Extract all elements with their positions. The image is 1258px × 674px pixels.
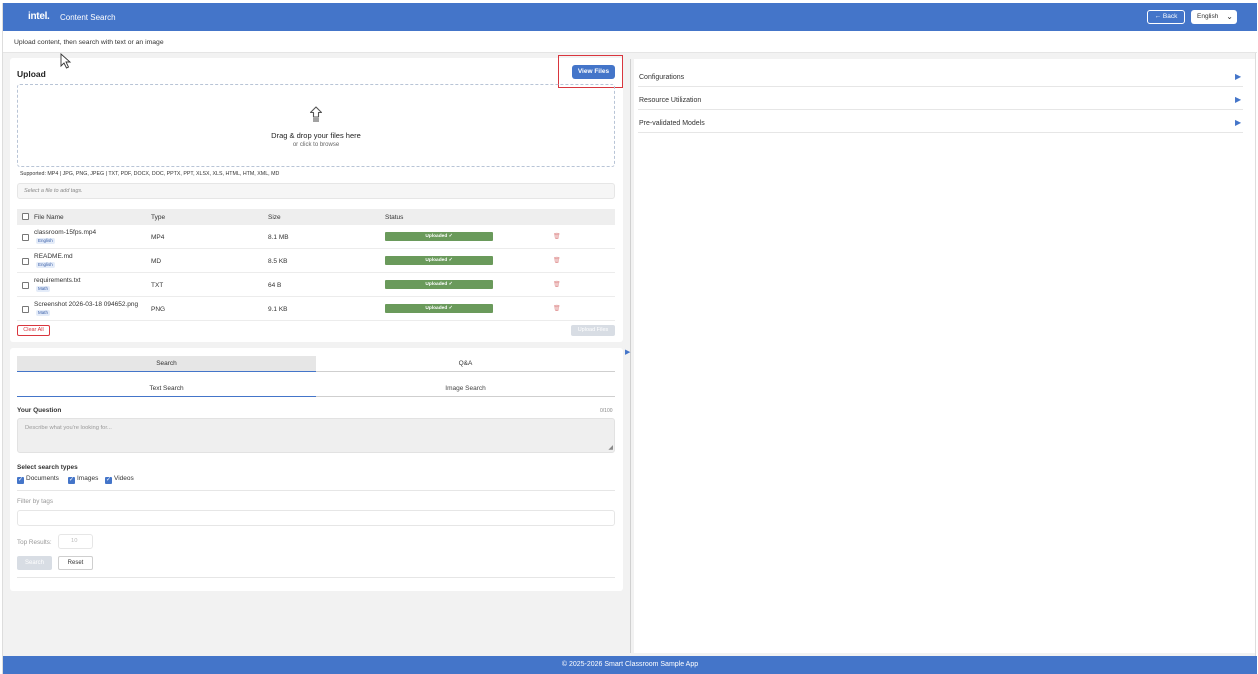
footer: © 2025-2026 Smart Classroom Sample App: [3, 656, 1257, 674]
check-icon: ✓: [105, 477, 112, 484]
panel-divider[interactable]: [630, 59, 631, 653]
file-name: Screenshot 2026-03-18 094652.png: [34, 301, 139, 308]
tab-qa[interactable]: Q&A: [316, 356, 615, 372]
subtitle-bar: Upload content, then search with text or…: [3, 31, 1257, 53]
row-checkbox[interactable]: [22, 306, 29, 313]
type-videos-checkbox[interactable]: ✓ Videos: [105, 475, 134, 484]
file-name: classroom-15fps.mp4: [34, 229, 97, 236]
check-icon: ✓: [17, 477, 24, 484]
accordion-pre-validated-models[interactable]: Pre-validated Models ▶: [638, 110, 1243, 133]
file-name: requirements.txt: [34, 277, 81, 284]
tags-input[interactable]: Select a file to add tags.: [17, 183, 615, 199]
dropzone-title: Drag & drop your files here: [271, 131, 361, 140]
trash-icon[interactable]: 🗑: [553, 233, 561, 240]
status-badge: Uploaded ✓: [385, 232, 493, 241]
file-type: MP4: [151, 234, 165, 241]
language-select[interactable]: English ⌄: [1191, 10, 1237, 24]
question-char-count: 0/100: [600, 408, 613, 414]
question-textarea[interactable]: Describe what you're looking for... ◢: [17, 418, 615, 453]
upload-arrow-icon: [309, 106, 323, 122]
row-checkbox[interactable]: [22, 258, 29, 265]
table-header: File Name Type Size Status: [17, 209, 615, 225]
file-size: 64 B: [268, 282, 282, 289]
row-checkbox[interactable]: [22, 282, 29, 289]
question-placeholder: Describe what you're looking for...: [25, 425, 112, 431]
language-value: English: [1197, 13, 1219, 20]
top-results-label: Top Results:: [17, 539, 52, 546]
tab-text-search[interactable]: Text Search: [17, 381, 316, 397]
table-row[interactable]: requirements.txt Math TXT 64 B Uploaded …: [17, 273, 615, 297]
filter-tags-input[interactable]: [17, 510, 615, 526]
file-tag: English: [36, 238, 55, 244]
divider: [17, 577, 615, 578]
question-label: Your Question: [17, 407, 62, 414]
file-type: PNG: [151, 306, 166, 313]
file-size: 8.5 KB: [268, 258, 288, 265]
search-card: Search Q&A Text Search Image Search Your…: [10, 348, 623, 591]
status-badge: Uploaded ✓: [385, 280, 493, 289]
app-window: intel. Content Search ← Back English ⌄ U…: [2, 3, 1257, 674]
file-tag: Math: [36, 310, 51, 316]
top-results-input[interactable]: 10: [58, 534, 93, 549]
page-subtitle: Upload content, then search with text or…: [14, 39, 164, 46]
trash-icon[interactable]: 🗑: [553, 257, 561, 264]
trash-icon[interactable]: 🗑: [553, 281, 561, 288]
row-checkbox[interactable]: [22, 234, 29, 241]
accordion-configurations[interactable]: Configurations ▶: [638, 64, 1243, 87]
divider: [17, 490, 615, 491]
accordion-label: Configurations: [639, 74, 685, 81]
column-header: Size: [268, 214, 281, 221]
search-types-label: Select search types: [17, 464, 78, 471]
select-all-checkbox[interactable]: [22, 213, 29, 220]
accordion-resource-utilization[interactable]: Resource Utilization ▶: [638, 87, 1243, 110]
type-images-checkbox[interactable]: ✓ Images: [68, 475, 98, 484]
header-bar: intel. Content Search ← Back English ⌄: [3, 3, 1257, 31]
search-button[interactable]: Search: [17, 556, 52, 570]
app-title: Content Search: [60, 13, 116, 22]
filter-tags-label: Filter by tags: [17, 498, 54, 505]
column-header: File Name: [34, 214, 64, 221]
chevron-down-icon: ⌄: [1226, 12, 1233, 21]
accordion-label: Pre-validated Models: [639, 120, 705, 127]
intel-logo: intel.: [28, 11, 50, 22]
column-header: Type: [151, 214, 166, 221]
file-tag: English: [36, 262, 55, 268]
collapse-arrow-icon[interactable]: ▶: [625, 348, 630, 356]
view-files-button[interactable]: View Files: [572, 65, 615, 79]
column-header: Status: [385, 214, 404, 221]
check-icon: ✓: [68, 477, 75, 484]
file-tag: Math: [36, 286, 51, 292]
table-row[interactable]: README.md English MD 8.5 KB Uploaded ✓ 🗑: [17, 249, 615, 273]
expand-arrow-icon: ▶: [1235, 72, 1242, 81]
upload-card: Upload View Files Drag & drop your files…: [10, 55, 623, 342]
table-row[interactable]: Screenshot 2026-03-18 094652.png Math PN…: [17, 297, 615, 321]
accordion-label: Resource Utilization: [639, 97, 702, 104]
upload-title: Upload: [17, 69, 46, 79]
status-badge: Uploaded ✓: [385, 256, 493, 265]
type-documents-checkbox[interactable]: ✓ Documents: [17, 475, 59, 484]
file-size: 9.1 KB: [268, 306, 288, 313]
file-size: 8.1 MB: [268, 234, 289, 241]
tab-image-search[interactable]: Image Search: [316, 381, 615, 397]
resize-grip-icon[interactable]: ◢: [608, 444, 613, 451]
trash-icon[interactable]: 🗑: [553, 305, 561, 312]
file-table: File Name Type Size Status classroom-15f…: [17, 209, 615, 321]
table-row[interactable]: classroom-15fps.mp4 English MP4 8.1 MB U…: [17, 225, 615, 249]
file-dropzone[interactable]: Drag & drop your files here or click to …: [17, 84, 615, 167]
expand-arrow-icon: ▶: [1235, 95, 1242, 104]
file-type: MD: [151, 258, 162, 265]
file-type: TXT: [151, 282, 164, 289]
clear-all-button[interactable]: Clear All: [17, 325, 50, 336]
reset-button[interactable]: Reset: [58, 556, 93, 570]
right-panel: Configurations ▶ Resource Utilization ▶ …: [634, 59, 1255, 653]
file-name: README.md: [34, 253, 73, 260]
mouse-cursor-icon: [60, 53, 72, 69]
expand-arrow-icon: ▶: [1235, 118, 1242, 127]
tab-search[interactable]: Search: [17, 356, 316, 372]
upload-files-button[interactable]: Upload Files: [571, 325, 615, 336]
back-button[interactable]: ← Back: [1147, 10, 1185, 24]
dropzone-subtitle: or click to browse: [292, 142, 340, 148]
supported-formats: Supported: MP4 | JPG, PNG, JPEG | TXT, P…: [20, 171, 280, 177]
status-badge: Uploaded ✓: [385, 304, 493, 313]
